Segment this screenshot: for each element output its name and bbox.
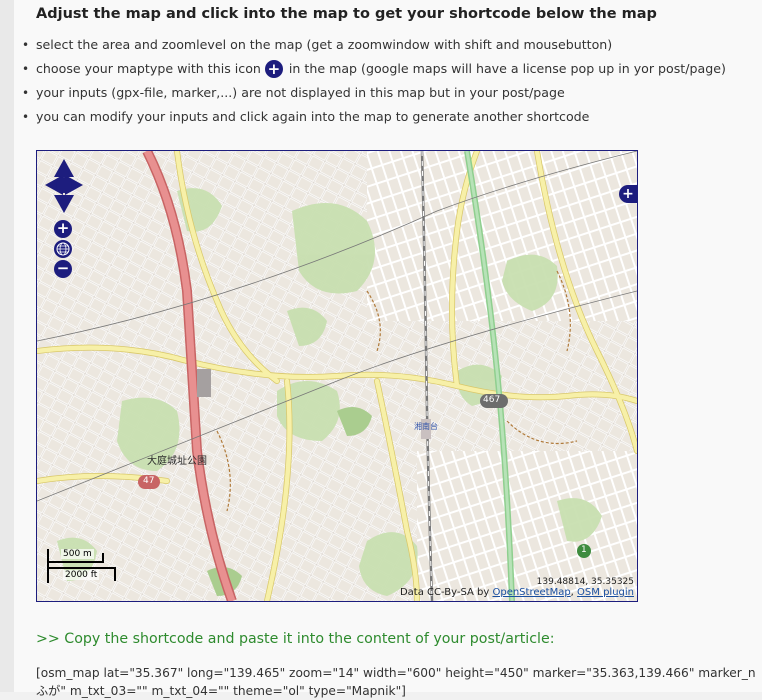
bullet-text-4: you can modify your inputs and click aga…: [36, 109, 590, 124]
zoom-out-button[interactable]: −: [54, 260, 72, 278]
scale-tick: [47, 549, 49, 583]
map-tiles: [37, 151, 637, 601]
shortcode-output[interactable]: [osm_map lat="35.367" long="139.465" zoo…: [36, 664, 762, 700]
layer-switcher-button[interactable]: +: [619, 185, 637, 203]
pan-control: [45, 159, 83, 213]
scale-imperial-label: 2000 ft: [63, 570, 100, 580]
list-item: your inputs (gpx-file, marker,...) are n…: [22, 84, 726, 108]
osm-plugin-link[interactable]: OSM plugin: [577, 587, 634, 598]
map-road-shield-47: 47: [143, 476, 155, 486]
pan-down-arrow-icon[interactable]: [54, 195, 74, 213]
scale-line: 500 m 2000 ft: [47, 549, 127, 589]
scale-tick: [102, 553, 104, 563]
map-place-label: 大庭城址公園: [147, 456, 207, 467]
map-canvas[interactable]: 大庭城址公園 467 47 1 湘南台 + − + 500 m 2000 ft …: [36, 150, 638, 602]
scale-metric-bar: [47, 561, 103, 563]
map-attribution: Data CC-By-SA by OpenStreetMap, OSM plug…: [400, 587, 634, 598]
list-item: choose your maptype with this icon + in …: [22, 60, 726, 84]
pan-center-icon[interactable]: [56, 177, 72, 193]
map-road-shield-467: 467: [483, 395, 501, 405]
shortcode-line-2: ふが" m_txt_03="" m_txt_04="" theme="ol" t…: [36, 684, 406, 698]
attribution-prefix: Data CC-By-SA by: [399, 587, 490, 598]
plus-icon: +: [264, 60, 283, 78]
scale-metric-label: 500 m: [61, 549, 94, 559]
map-road-shield-1: 1: [581, 545, 587, 555]
bullet-text-3: your inputs (gpx-file, marker,...) are n…: [36, 85, 565, 100]
zoom-control: + −: [54, 220, 72, 280]
map-station-label: 湘南台: [414, 422, 438, 431]
list-item: you can modify your inputs and click aga…: [22, 108, 726, 132]
main-content: Adjust the map and click into the map to…: [14, 0, 762, 698]
page-heading: Adjust the map and click into the map to…: [36, 6, 657, 22]
copy-shortcode-heading: >> Copy the shortcode and paste it into …: [36, 631, 555, 647]
instruction-list: select the area and zoomlevel on the map…: [22, 36, 726, 132]
zoom-world-button[interactable]: [54, 240, 72, 258]
globe-icon: [56, 242, 70, 256]
list-item: select the area and zoomlevel on the map…: [22, 36, 726, 60]
scale-tick: [114, 567, 116, 581]
page-left-strip: [0, 0, 14, 692]
scale-imperial-bar: [47, 567, 115, 569]
zoom-in-button[interactable]: +: [54, 220, 72, 238]
openstreetmap-link[interactable]: OpenStreetMap: [492, 587, 570, 598]
bullet-text-2b: in the map (google maps will have a lice…: [288, 61, 726, 76]
attribution-separator: ,: [570, 587, 574, 598]
mouse-position: 139.48814, 35.35325: [536, 577, 634, 587]
bullet-text-2a: choose your maptype with this icon: [36, 61, 261, 76]
bullet-text-1: select the area and zoomlevel on the map…: [36, 37, 613, 52]
shortcode-line-1: [osm_map lat="35.367" long="139.465" zoo…: [36, 666, 756, 680]
